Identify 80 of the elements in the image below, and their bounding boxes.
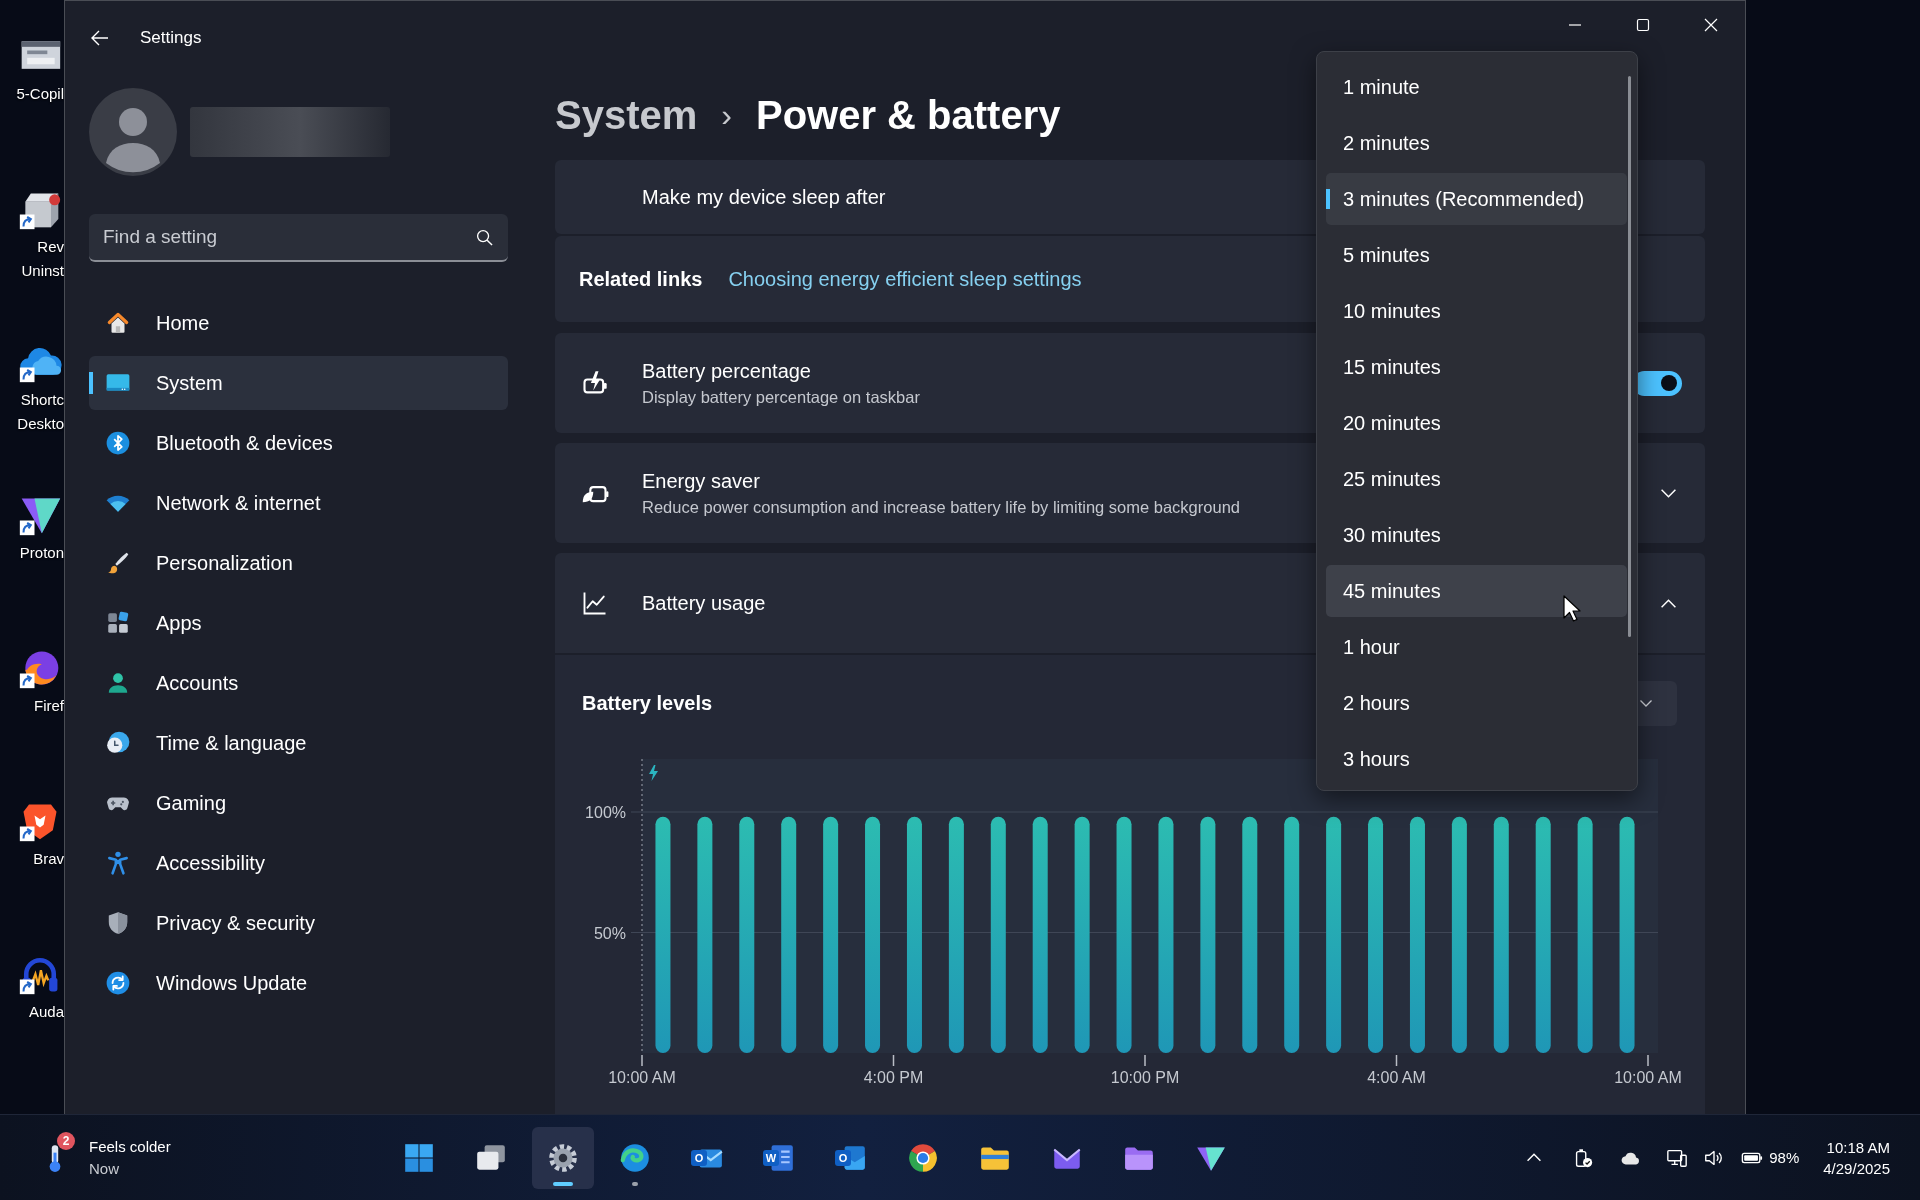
clock-time[interactable]: 10:18 AM	[1826, 1136, 1890, 1158]
menu-option[interactable]: 25 minutes	[1326, 453, 1627, 505]
x-axis-label: 4:00 AM	[1367, 1069, 1426, 1086]
weather-title[interactable]: Feels colder	[89, 1135, 171, 1158]
nav-item[interactable]: Apps	[89, 596, 508, 650]
nav-item[interactable]: Time & language	[89, 716, 508, 770]
desktop-icon-label: Firef	[34, 696, 64, 716]
taskbar-button[interactable]: O	[676, 1126, 738, 1189]
desktop-icon-label: Rev Uninst	[21, 237, 64, 281]
menu-option[interactable]: 30 minutes	[1326, 509, 1627, 561]
menu-option[interactable]: 45 minutes	[1326, 565, 1627, 617]
breadcrumb-separator: ›	[721, 96, 732, 134]
nav-item[interactable]: Accessibility	[89, 836, 508, 890]
setting-description: Reduce power consumption and increase battery life by limiting some background	[642, 497, 1240, 518]
setting-title: Make my device sleep after	[642, 185, 886, 210]
x-axis-label: 10:00 PM	[1110, 1069, 1180, 1086]
setting-title: Energy saver	[642, 469, 760, 494]
menu-option[interactable]: 2 hours	[1326, 677, 1627, 729]
taskbar-button[interactable]: O	[820, 1126, 882, 1189]
desktop-icon-label: Auda	[28, 1002, 64, 1022]
window-title: Settings	[140, 27, 202, 48]
nav-item[interactable]: Network & internet	[89, 476, 508, 530]
home-icon	[105, 310, 131, 336]
setting-description: Display battery percentage on taskbar	[642, 387, 920, 408]
nav-item[interactable]: Privacy & security	[89, 896, 508, 950]
grid-icon	[105, 610, 131, 636]
scrollbar-thumb[interactable]	[1628, 76, 1631, 637]
help-link[interactable]: Choosing energy efficient sleep settings	[728, 267, 1082, 291]
nav-item[interactable]: Gaming	[89, 776, 508, 830]
setting-title: Battery usage	[642, 591, 766, 616]
desktop-icon-label: Shortc Deskto	[17, 390, 64, 434]
nav-item[interactable]: Bluetooth & devices	[89, 416, 508, 470]
avatar-icon[interactable]	[89, 88, 177, 176]
search-field[interactable]: Find a setting	[89, 214, 508, 262]
back-icon	[91, 29, 109, 46]
menu-option[interactable]: 1 hour	[1326, 621, 1627, 673]
desktop-icon-label: Proton	[19, 543, 64, 563]
menu-option[interactable]: 3 minutes (Recommended)	[1326, 173, 1627, 225]
bluetooth-icon	[105, 430, 131, 456]
close-icon	[1704, 18, 1718, 32]
menu-option[interactable]: 20 minutes	[1326, 397, 1627, 449]
maximize-icon	[1636, 18, 1650, 32]
desktop-icon-label: Brav	[33, 849, 64, 869]
y-axis-label: 100%	[585, 804, 626, 821]
x-axis-label: 10:00 AM	[608, 1069, 676, 1086]
nav-item[interactable]: Windows Update	[89, 956, 508, 1010]
clock-date[interactable]: 4/29/2025	[1823, 1157, 1890, 1179]
menu-option[interactable]: 10 minutes	[1326, 285, 1627, 337]
lightning-icon	[649, 765, 658, 781]
menu-option[interactable]: 5 minutes	[1326, 229, 1627, 281]
clock-icon	[105, 730, 131, 756]
refresh-icon	[105, 970, 131, 996]
y-axis-label: 50%	[593, 924, 626, 942]
app-letter: W	[763, 1149, 779, 1166]
menu-option[interactable]: 3 hours	[1326, 733, 1627, 785]
breadcrumb-link[interactable]: System	[555, 92, 698, 138]
nav-item[interactable]: Home	[89, 296, 508, 350]
setting-title: Battery percentage	[642, 359, 811, 384]
x-axis-label: 10:00 AM	[1614, 1069, 1682, 1086]
section-label: Related links	[579, 267, 703, 291]
mouse-pointer-icon	[1563, 595, 1581, 622]
weather-subtitle: Now	[89, 1158, 119, 1179]
taskbar-button[interactable]	[532, 1126, 594, 1189]
app-letter: O	[835, 1149, 851, 1166]
nav-item[interactable]: System	[89, 356, 508, 410]
notification-badge: 2	[57, 1131, 75, 1150]
taskbar-button[interactable]: W	[748, 1126, 810, 1189]
menu-option[interactable]: 2 minutes	[1326, 117, 1627, 169]
battery-percentage[interactable]: 98%	[1769, 1149, 1800, 1166]
app-letter: O	[691, 1149, 707, 1166]
nav-item[interactable]: Personalization	[89, 536, 508, 590]
page-title: Power & battery	[755, 92, 1061, 138]
x-axis-label: 4:00 PM	[863, 1069, 924, 1086]
desktop-icon-label: 5-Copil	[16, 84, 64, 104]
nav-item[interactable]: Accounts	[89, 656, 508, 710]
menu-option[interactable]: 1 minute	[1326, 61, 1627, 113]
search-icon[interactable]	[476, 229, 493, 246]
menu-option[interactable]: 15 minutes	[1326, 341, 1627, 393]
chart-title: Battery levels	[582, 691, 713, 715]
accessibility-icon	[105, 850, 131, 876]
